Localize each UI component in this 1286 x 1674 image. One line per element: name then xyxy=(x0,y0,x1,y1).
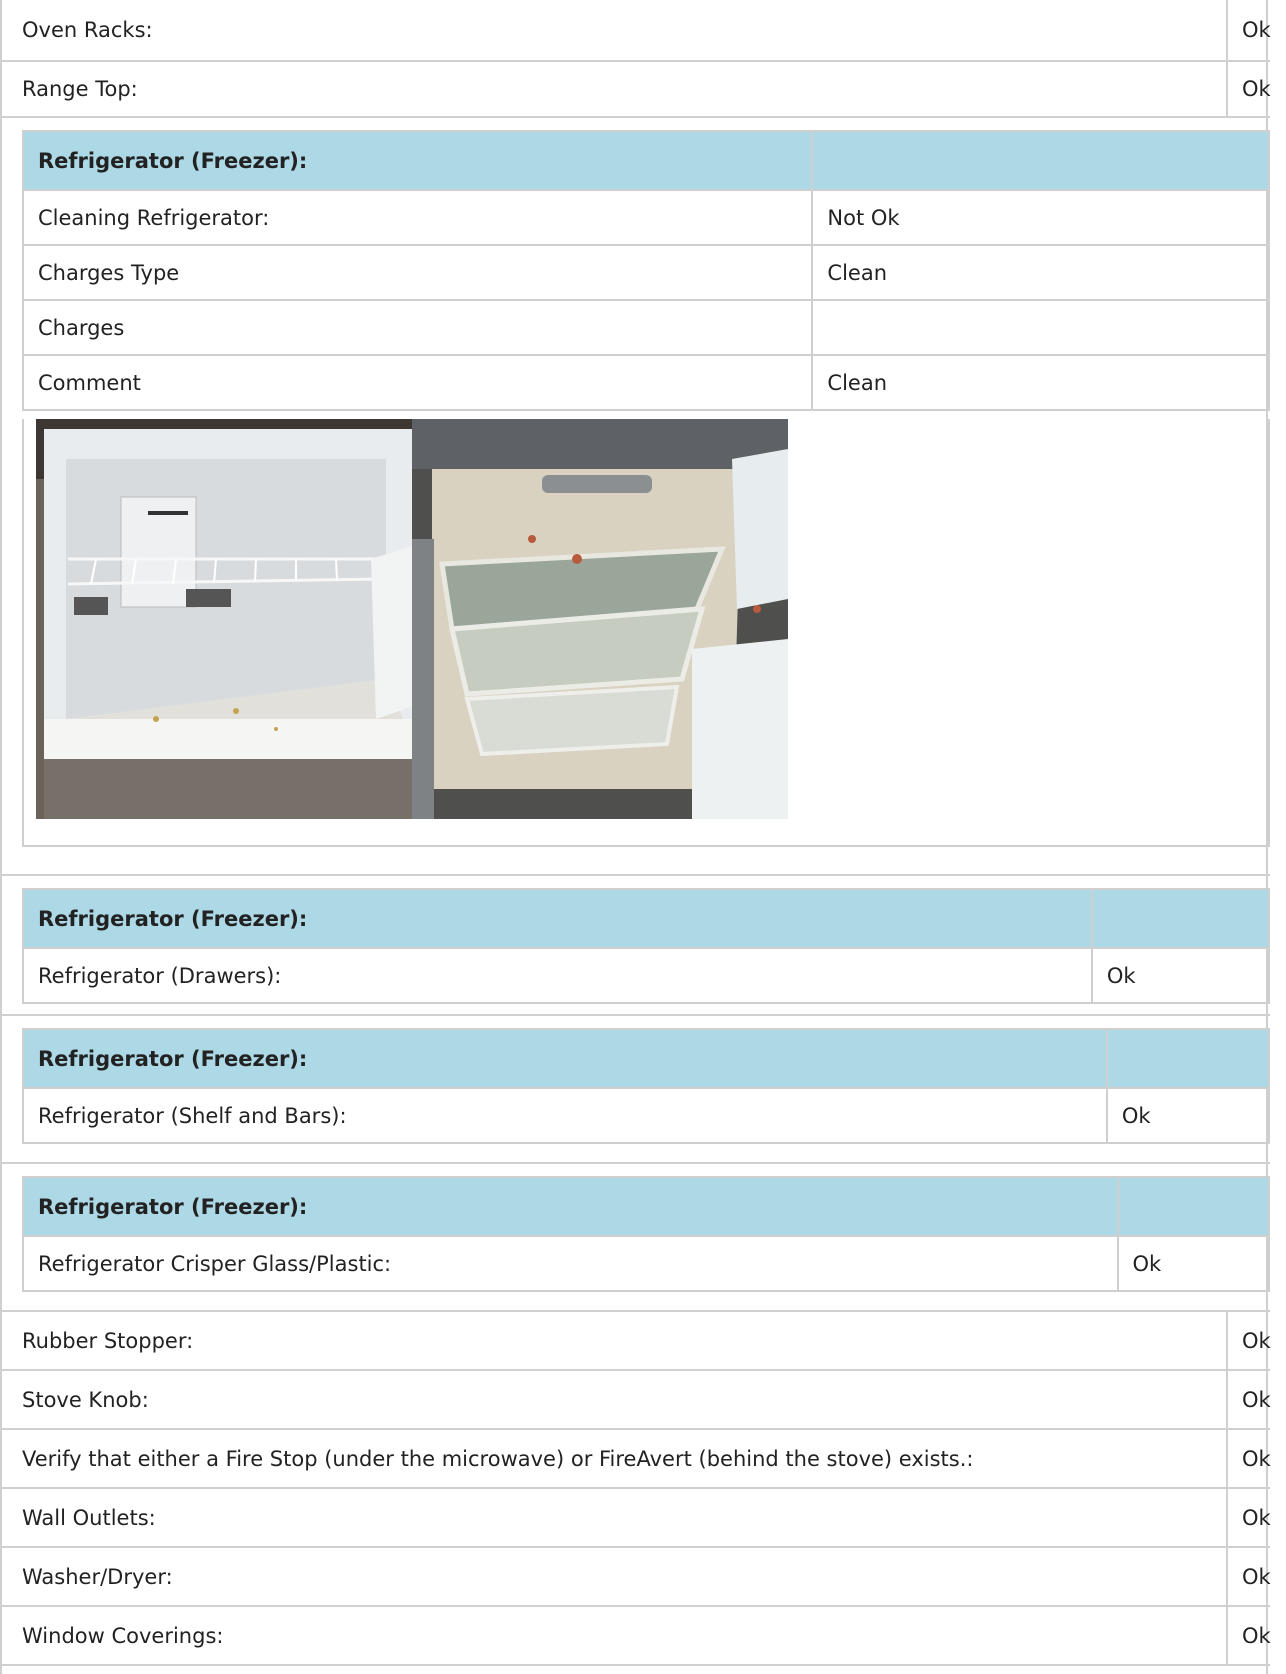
item-status: Ok xyxy=(1226,1371,1271,1428)
table-header-row: Refrigerator (Freezer): xyxy=(22,1176,1271,1237)
list-item: Window Coverings: Ok xyxy=(2,1607,1271,1666)
item-status: Ok xyxy=(1226,62,1271,116)
row-label: Cleaning Refrigerator: xyxy=(21,189,814,246)
item-label: Range Top: xyxy=(22,77,138,101)
list-item: Washer/Dryer: Ok xyxy=(2,1548,1271,1607)
item-label: Washer/Dryer: xyxy=(22,1564,173,1589)
table-row: Charges Type Clean xyxy=(21,244,1270,301)
row-label: Comment xyxy=(21,354,814,411)
section-title: Refrigerator (Freezer): xyxy=(22,888,1093,949)
header-empty-cell xyxy=(811,130,1270,191)
list-item: Oven Racks: Ok xyxy=(2,0,1271,62)
drawers-table: Refrigerator (Freezer): Refrigerator (Dr… xyxy=(22,888,1271,1004)
item-status: Ok xyxy=(1226,0,1271,60)
crisper-table: Refrigerator (Freezer): Refrigerator Cri… xyxy=(22,1176,1271,1292)
item-status: Ok xyxy=(1226,1607,1271,1664)
row-label: Refrigerator (Drawers): xyxy=(22,947,1093,1004)
row-value: Clean xyxy=(811,244,1270,301)
section-title: Refrigerator (Freezer): xyxy=(21,130,814,191)
inspection-report: Oven Racks: Ok Range Top: Ok Refrigerato… xyxy=(0,0,1271,1674)
row-value: Ok xyxy=(1116,1235,1271,1292)
row-value: Clean xyxy=(811,354,1270,411)
item-status: Ok xyxy=(1226,1548,1271,1605)
list-item: Verify that either a Fire Stop (under th… xyxy=(2,1430,1271,1489)
list-item: Wall Outlets: Ok xyxy=(2,1489,1271,1548)
refrigerator-table: Refrigerator (Freezer): Cleaning Refrige… xyxy=(21,130,1270,411)
header-empty-cell xyxy=(1105,1028,1271,1089)
item-status: Ok xyxy=(1226,1430,1271,1487)
item-status: Ok xyxy=(1226,1312,1271,1369)
item-label: Oven Racks: xyxy=(22,18,153,42)
section-title: Refrigerator (Freezer): xyxy=(22,1028,1108,1089)
row-value xyxy=(811,299,1270,356)
table-header-row: Refrigerator (Freezer): xyxy=(21,130,1270,191)
row-value: Not Ok xyxy=(811,189,1270,246)
header-empty-cell xyxy=(1116,1176,1271,1237)
table-header-row: Refrigerator (Freezer): xyxy=(22,1028,1271,1089)
list-item: Rubber Stopper: Ok xyxy=(2,1312,1271,1371)
crisper-section: Refrigerator (Freezer): Refrigerator Cri… xyxy=(2,1164,1271,1312)
section-title: Refrigerator (Freezer): xyxy=(22,1176,1119,1237)
photo-gallery xyxy=(22,419,1270,847)
list-item: Stove Knob: Ok xyxy=(2,1371,1271,1430)
row-value: Ok xyxy=(1090,947,1271,1004)
table-row: Charges xyxy=(21,299,1270,356)
item-label: Window Coverings: xyxy=(22,1623,224,1648)
item-label: Wall Outlets: xyxy=(22,1505,156,1530)
row-label: Charges Type xyxy=(21,244,814,301)
row-label: Refrigerator (Shelf and Bars): xyxy=(22,1087,1108,1144)
shelf-table: Refrigerator (Freezer): Refrigerator (Sh… xyxy=(22,1028,1271,1144)
row-label: Refrigerator Crisper Glass/Plastic: xyxy=(22,1235,1119,1292)
item-label: Stove Knob: xyxy=(22,1387,149,1412)
item-label: Verify that either a Fire Stop (under th… xyxy=(22,1446,974,1471)
item-label: Rubber Stopper: xyxy=(22,1328,194,1353)
refrigerator-photo[interactable] xyxy=(412,419,788,819)
table-row: Comment Clean xyxy=(21,354,1270,411)
table-row: Refrigerator (Drawers): Ok xyxy=(22,947,1271,1004)
header-empty-cell xyxy=(1090,888,1271,949)
item-status: Ok xyxy=(1226,1489,1271,1546)
refrigerator-section: Refrigerator (Freezer): Cleaning Refrige… xyxy=(2,118,1270,876)
table-header-row: Refrigerator (Freezer): xyxy=(22,888,1271,949)
table-row: Refrigerator (Shelf and Bars): Ok xyxy=(22,1087,1271,1144)
list-item: Range Top: Ok xyxy=(2,62,1271,118)
row-label: Charges xyxy=(21,299,814,356)
shelf-section: Refrigerator (Freezer): Refrigerator (Sh… xyxy=(2,1016,1271,1164)
table-row: Refrigerator Crisper Glass/Plastic: Ok xyxy=(22,1235,1271,1292)
row-value: Ok xyxy=(1105,1087,1271,1144)
table-row: Cleaning Refrigerator: Not Ok xyxy=(21,189,1270,246)
drawers-section: Refrigerator (Freezer): Refrigerator (Dr… xyxy=(2,876,1271,1016)
freezer-photo[interactable] xyxy=(36,419,434,819)
